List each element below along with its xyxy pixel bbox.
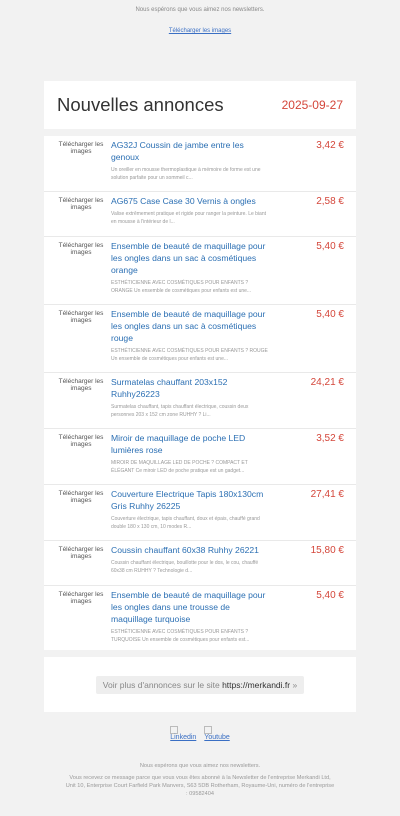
item-price: 5,40 € <box>316 241 344 252</box>
product-image[interactable]: Télécharger les images <box>56 310 106 324</box>
item-price: 5,40 € <box>316 309 344 320</box>
product-image[interactable]: Télécharger les images <box>56 546 106 560</box>
item-price: 3,52 € <box>316 433 344 444</box>
item-price: 3,42 € <box>316 140 344 151</box>
item-description: ESTHÉTICIENNE AVEC COSMÉTIQUES POUR ENFA… <box>111 280 252 295</box>
list-item[interactable]: Télécharger les images Coussin chauffant… <box>44 541 356 586</box>
item-description: MIROIR DE MAQUILLAGE LED DE POCHE ? COMP… <box>111 460 248 475</box>
logo-image-link[interactable]: Télécharger les images <box>169 28 231 80</box>
footer-note: Nous espérons que vous aimez nos newslet… <box>139 763 261 769</box>
product-image[interactable]: Télécharger les images <box>56 490 106 504</box>
item-title[interactable]: AG32J Coussin de jambe entre les genoux <box>111 139 269 163</box>
footer-legal: Vous recevez ce message parce que vous v… <box>65 775 335 797</box>
more-listings-card: Voir plus d'annonces sur le site https:/… <box>44 657 356 712</box>
list-item[interactable]: Télécharger les images Ensemble de beaut… <box>44 237 356 305</box>
item-description: Surmatelas chauffant, tapis chauffant él… <box>111 404 249 419</box>
item-title[interactable]: Miroir de maquillage de poche LED lumièr… <box>111 432 269 456</box>
list-item[interactable]: Télécharger les images AG32J Coussin de … <box>44 136 356 192</box>
more-listings-url[interactable]: https://merkandi.fr <box>222 680 290 690</box>
product-image[interactable]: Télécharger les images <box>56 141 106 155</box>
item-title[interactable]: Coussin chauffant 60x38 Ruhhy 26221 <box>111 544 269 556</box>
page-title: Nouvelles annonces <box>57 94 224 115</box>
item-price: 27,41 € <box>310 489 344 500</box>
date-label: 2025-09-27 <box>281 98 343 112</box>
item-title[interactable]: Couverture Electrique Tapis 180x130cm Gr… <box>111 488 269 512</box>
linkedin-icon <box>170 726 179 734</box>
item-description: Coussin chauffant électrique, bouillotte… <box>111 560 259 575</box>
item-description: Un oreiller en mousse thermoplastique à … <box>111 167 261 182</box>
item-description: Couverture électrique, tapis chauffant, … <box>111 516 260 531</box>
more-listings-arrow: » <box>290 679 298 690</box>
item-title[interactable]: AG675 Case Case 30 Vernis à ongles <box>111 195 269 207</box>
product-image[interactable]: Télécharger les images <box>56 591 106 605</box>
top-note: Nous espérons que vous aimez nos newslet… <box>135 7 265 13</box>
item-title[interactable]: Ensemble de beauté de maquillage pour le… <box>111 308 269 344</box>
logo-area: Télécharger les images <box>0 20 400 80</box>
more-listings-prefix: Voir plus d'annonces sur le site <box>102 679 223 690</box>
linkedin-link[interactable]: Linkedin <box>170 726 196 763</box>
product-image[interactable]: Télécharger les images <box>56 378 106 392</box>
header-card: Nouvelles annonces 2025-09-27 <box>44 81 356 129</box>
item-price: 5,40 € <box>316 590 344 601</box>
list-item[interactable]: Télécharger les images AG675 Case Case 3… <box>44 192 356 237</box>
item-description: ESTHÉTICIENNE AVEC COSMÉTIQUES POUR ENFA… <box>111 348 268 363</box>
item-price: 2,58 € <box>316 196 344 207</box>
item-title[interactable]: Ensemble de beauté de maquillage pour le… <box>111 240 269 276</box>
item-description: ESTHÉTICIENNE AVEC COSMÉTIQUES POUR ENFA… <box>111 629 250 644</box>
youtube-icon <box>204 726 213 734</box>
more-listings-button[interactable]: Voir plus d'annonces sur le site https:/… <box>95 675 305 694</box>
product-image[interactable]: Télécharger les images <box>56 434 106 448</box>
item-title[interactable]: Ensemble de beauté de maquillage pour le… <box>111 589 269 625</box>
social-links: Linkedin Youtube <box>0 726 400 763</box>
list-item[interactable]: Télécharger les images Ensemble de beaut… <box>44 305 356 373</box>
item-price: 15,80 € <box>310 545 344 556</box>
list-item[interactable]: Télécharger les images Couverture Electr… <box>44 485 356 541</box>
list-item[interactable]: Télécharger les images Surmatelas chauff… <box>44 373 356 429</box>
item-price: 24,21 € <box>310 377 344 388</box>
item-title[interactable]: Surmatelas chauffant 203x152 Ruhhy26223 <box>111 376 269 400</box>
list-item[interactable]: Télécharger les images Ensemble de beaut… <box>44 586 356 650</box>
product-image[interactable]: Télécharger les images <box>56 197 106 211</box>
listing-list: Télécharger les images AG32J Coussin de … <box>44 136 356 650</box>
youtube-link[interactable]: Youtube <box>204 726 230 763</box>
linkedin-label: Linkedin <box>170 734 197 741</box>
product-image[interactable]: Télécharger les images <box>56 242 106 256</box>
youtube-label: Youtube <box>204 734 230 741</box>
item-description: Valise extrêmement pratique et rigide po… <box>111 211 266 226</box>
list-item[interactable]: Télécharger les images Miroir de maquill… <box>44 429 356 485</box>
